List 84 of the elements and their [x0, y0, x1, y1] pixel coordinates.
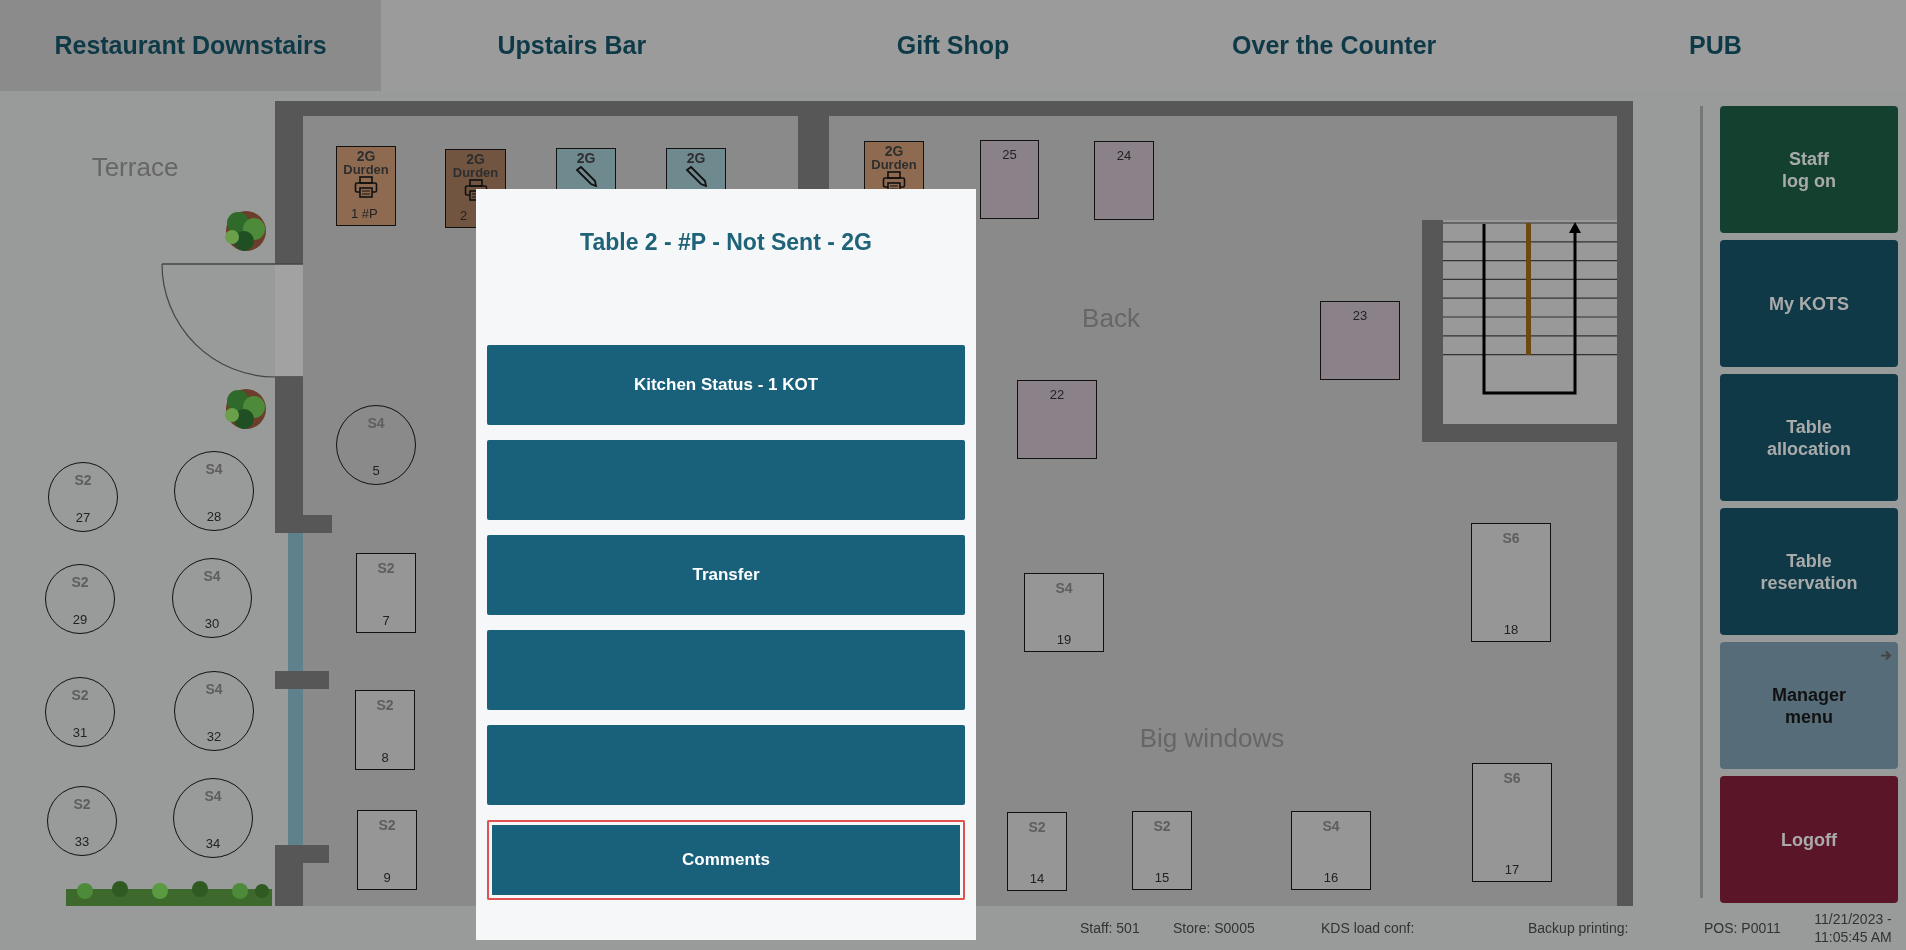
group-label: 2G	[686, 151, 706, 165]
seat-count: S2	[73, 796, 91, 812]
menu-button[interactable]: Logoff	[1720, 776, 1898, 903]
status-text: Backup printing:	[1528, 920, 1630, 936]
table-number: 30	[204, 616, 220, 631]
seat-count: S4	[203, 568, 221, 584]
table[interactable]: 2G Durden 1 #P	[336, 146, 396, 226]
table[interactable]: S2 8	[355, 690, 415, 770]
table-number: 5	[372, 463, 380, 478]
table-number: 18	[1503, 622, 1519, 637]
server-name: Durden	[871, 158, 917, 171]
table[interactable]: S2 14	[1007, 812, 1067, 891]
seat-count: S2	[74, 472, 92, 488]
menu-button[interactable]: Table reservation	[1720, 508, 1898, 635]
table-number: 1 #P	[351, 206, 378, 221]
table[interactable]: S4 19	[1024, 573, 1104, 652]
area-tab[interactable]: Gift Shop	[762, 0, 1144, 91]
table[interactable]: 24	[1094, 141, 1154, 220]
seat-count: S2	[376, 697, 394, 713]
table[interactable]: S2 15	[1132, 811, 1192, 890]
action-button[interactable]: Transfer	[487, 535, 965, 615]
seat-count: S2	[378, 817, 396, 833]
table[interactable]: S4 16	[1291, 811, 1371, 890]
table-number: 28	[206, 509, 222, 524]
group-label: 2G	[356, 149, 376, 163]
table-number: 27	[75, 510, 91, 525]
seat-count: S2	[377, 560, 395, 576]
server-name: Durden	[343, 163, 389, 176]
table-number: 9	[383, 870, 391, 885]
table-number: 19	[1056, 632, 1072, 647]
table-number: 7	[382, 613, 390, 628]
seat-count: S2	[71, 687, 89, 703]
seat-count: S2	[71, 574, 89, 590]
dialog-title: Table 2 - #P - Not Sent - 2G	[579, 228, 873, 257]
table-number: 31	[72, 725, 88, 740]
table-number: 33	[74, 834, 90, 849]
seat-count: S4	[205, 681, 223, 697]
seat-count: S2	[1153, 818, 1171, 834]
menu-button[interactable]: Table allocation	[1720, 374, 1898, 501]
table[interactable]: S6 18	[1471, 523, 1551, 642]
status-text: 11/21/2023 - 11:05:45 AM	[1813, 910, 1893, 946]
seat-count: S4	[1322, 818, 1340, 834]
seat-count: S6	[1502, 530, 1520, 546]
table[interactable]: 22	[1017, 380, 1097, 459]
table[interactable]: S6 17	[1472, 763, 1552, 882]
table-number: 8	[381, 750, 389, 765]
table[interactable]: 23	[1320, 301, 1400, 380]
table-number: 25	[1002, 147, 1017, 162]
menu-button[interactable]: Staff log on	[1720, 106, 1898, 233]
menu-button[interactable]: My KOTS	[1720, 240, 1898, 367]
seat-count: S4	[204, 788, 222, 804]
table-number: 34	[205, 836, 221, 851]
menu-button[interactable]: Manager menu	[1720, 642, 1898, 769]
table[interactable]: 25	[980, 140, 1039, 219]
seat-count: S2	[1028, 819, 1046, 835]
table-number: 29	[72, 612, 88, 627]
status-text: Store: S0005	[1173, 920, 1256, 936]
table-number: 22	[1049, 387, 1065, 402]
group-label: 2G	[466, 152, 485, 166]
area-tab[interactable]: PUB	[1524, 0, 1906, 91]
table[interactable]: S2 7	[356, 553, 416, 633]
table-number: 17	[1504, 862, 1520, 877]
status-text: POS: P0011	[1704, 920, 1782, 936]
table-number: 2	[460, 208, 468, 223]
seat-count: S4	[205, 461, 223, 477]
group-label: 2G	[884, 144, 904, 158]
status-text: KDS load conf:	[1321, 920, 1416, 936]
group-label: 2G	[576, 151, 596, 165]
area-tab[interactable]: Upstairs Bar	[381, 0, 763, 91]
seat-count: S6	[1503, 770, 1521, 786]
table-number: 24	[1116, 148, 1132, 163]
table-number: 16	[1323, 870, 1339, 885]
area-tab[interactable]: Restaurant Downstairs	[0, 0, 382, 91]
table-number: 15	[1154, 870, 1170, 885]
status-text: Staff: 501	[1080, 920, 1141, 936]
action-button[interactable]: Kitchen Status - 1 KOT	[487, 345, 965, 425]
action-button[interactable]: Comments	[487, 820, 965, 900]
server-name: Durden	[452, 166, 499, 179]
table-number: 14	[1029, 871, 1045, 886]
seat-count: S4	[1055, 580, 1073, 596]
table[interactable]: S2 9	[357, 810, 417, 890]
table-number: 32	[206, 729, 222, 744]
table-number: 23	[1352, 308, 1368, 323]
area-tab[interactable]: Over the Counter	[1143, 0, 1525, 91]
